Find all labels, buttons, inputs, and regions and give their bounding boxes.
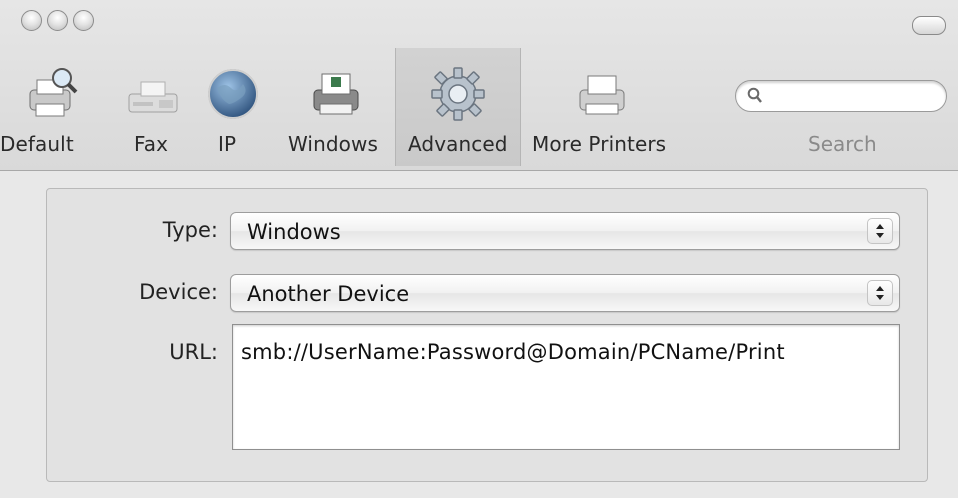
tool-default[interactable]: Default [0, 48, 92, 166]
printer-browser-window: Default Fax IP Windows Advanced More Pri… [0, 0, 958, 498]
zoom-button[interactable] [73, 10, 94, 31]
up-down-arrows-icon [867, 218, 893, 244]
device-value: Another Device [247, 282, 410, 306]
tool-more-printers[interactable]: More Printers [532, 48, 672, 166]
up-down-arrows-icon [867, 280, 893, 306]
type-value: Windows [247, 220, 341, 244]
windows-printer-icon [313, 73, 359, 115]
url-value: smb://UserName:Password@Domain/PCName/Pr… [241, 340, 785, 364]
tool-advanced[interactable]: Advanced [395, 48, 521, 166]
tool-ip[interactable]: IP [200, 48, 266, 166]
tool-windows[interactable]: Windows [286, 48, 386, 166]
close-button[interactable] [21, 10, 42, 31]
tool-label-ip: IP [218, 132, 237, 156]
search-input[interactable] [735, 80, 947, 112]
tool-label-advanced: Advanced [408, 132, 508, 156]
type-popup[interactable]: Windows [230, 212, 900, 250]
tool-label-fax: Fax [134, 132, 169, 156]
device-popup[interactable]: Another Device [230, 274, 900, 312]
printer-icon [579, 75, 625, 115]
type-label: Type: [162, 218, 218, 242]
gear-icon [431, 67, 485, 121]
toolbar-toggle-button[interactable] [912, 16, 946, 35]
url-textarea[interactable]: smb://UserName:Password@Domain/PCName/Pr… [232, 324, 900, 450]
tool-label-default: Default [0, 132, 74, 156]
printer-magnifier-icon [29, 68, 78, 117]
tool-label-more-printers: More Printers [532, 132, 667, 156]
tool-fax[interactable]: Fax [118, 48, 188, 166]
url-label: URL: [169, 340, 218, 364]
tool-label-windows: Windows [288, 132, 378, 156]
search-label: Search [808, 132, 877, 156]
minimize-button[interactable] [47, 10, 68, 31]
toolbar-divider [0, 170, 958, 171]
fax-icon [128, 81, 178, 113]
device-label: Device: [139, 280, 218, 304]
globe-icon [208, 69, 258, 119]
search-icon [747, 87, 762, 103]
